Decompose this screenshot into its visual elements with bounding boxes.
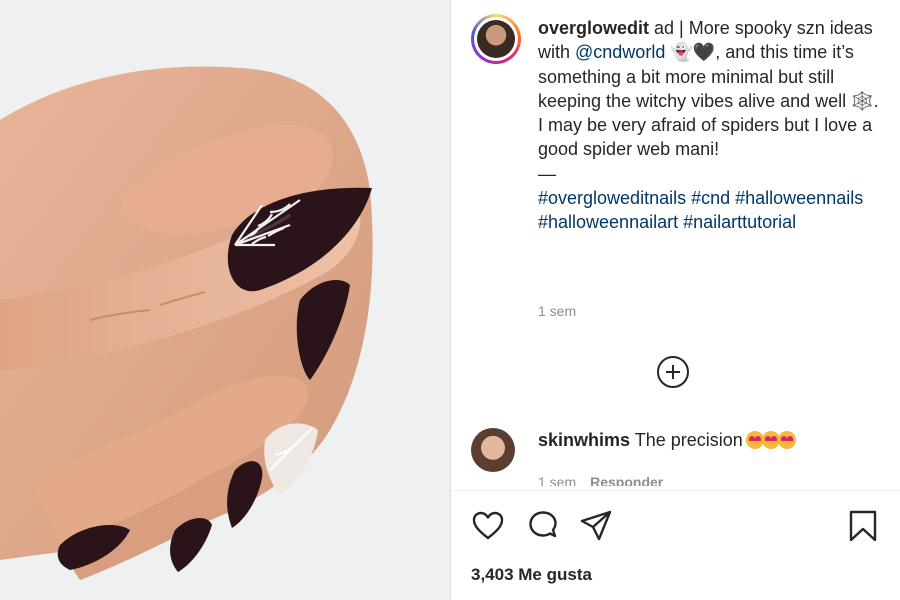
author-avatar[interactable]	[471, 14, 521, 64]
paper-plane-icon[interactable]	[579, 509, 613, 543]
hand-nail-art-photo	[0, 0, 450, 600]
caption-hashtags[interactable]: #overglowe​ditnails #cnd #halloweennails…	[538, 186, 883, 235]
commenter-avatar[interactable]	[471, 428, 515, 472]
post-timestamp: 1 sem	[538, 303, 577, 319]
caption-username[interactable]: overglowedit	[538, 18, 649, 38]
heart-eyes-emoji	[777, 431, 796, 449]
comment-text: The precision	[634, 430, 743, 450]
author-avatar-photo	[477, 20, 515, 58]
comment-icon[interactable]	[526, 509, 560, 543]
caption-separator-dash: —	[538, 163, 556, 184]
bookmark-icon[interactable]	[846, 509, 880, 543]
reply-button[interactable]: Responder	[590, 474, 663, 486]
comment-timestamp: 1 sem	[538, 474, 577, 486]
comment-meta: 1 sem Responder	[538, 474, 663, 486]
ghost-emoji: 👻	[670, 42, 693, 63]
post-caption: overglowedit ad | More spooky szn ideas …	[538, 16, 883, 235]
comment-item: skinwhims The precision	[538, 430, 796, 451]
caption-mention-link[interactable]: @cndworld	[575, 42, 665, 62]
actions-divider	[451, 490, 900, 491]
spider-web-emoji: 🕸️	[851, 90, 874, 111]
comment-username[interactable]: skinwhims	[538, 430, 630, 450]
heart-icon[interactable]	[471, 509, 505, 543]
post-media-image[interactable]	[0, 0, 450, 600]
black-heart-emoji: 🖤	[692, 42, 716, 63]
likes-count[interactable]: 3,403 Me gusta	[471, 565, 592, 585]
post-actions-bar	[451, 505, 900, 545]
load-more-comments-button[interactable]	[657, 356, 689, 388]
post-side-panel: overglowedit ad | More spooky szn ideas …	[451, 0, 900, 600]
